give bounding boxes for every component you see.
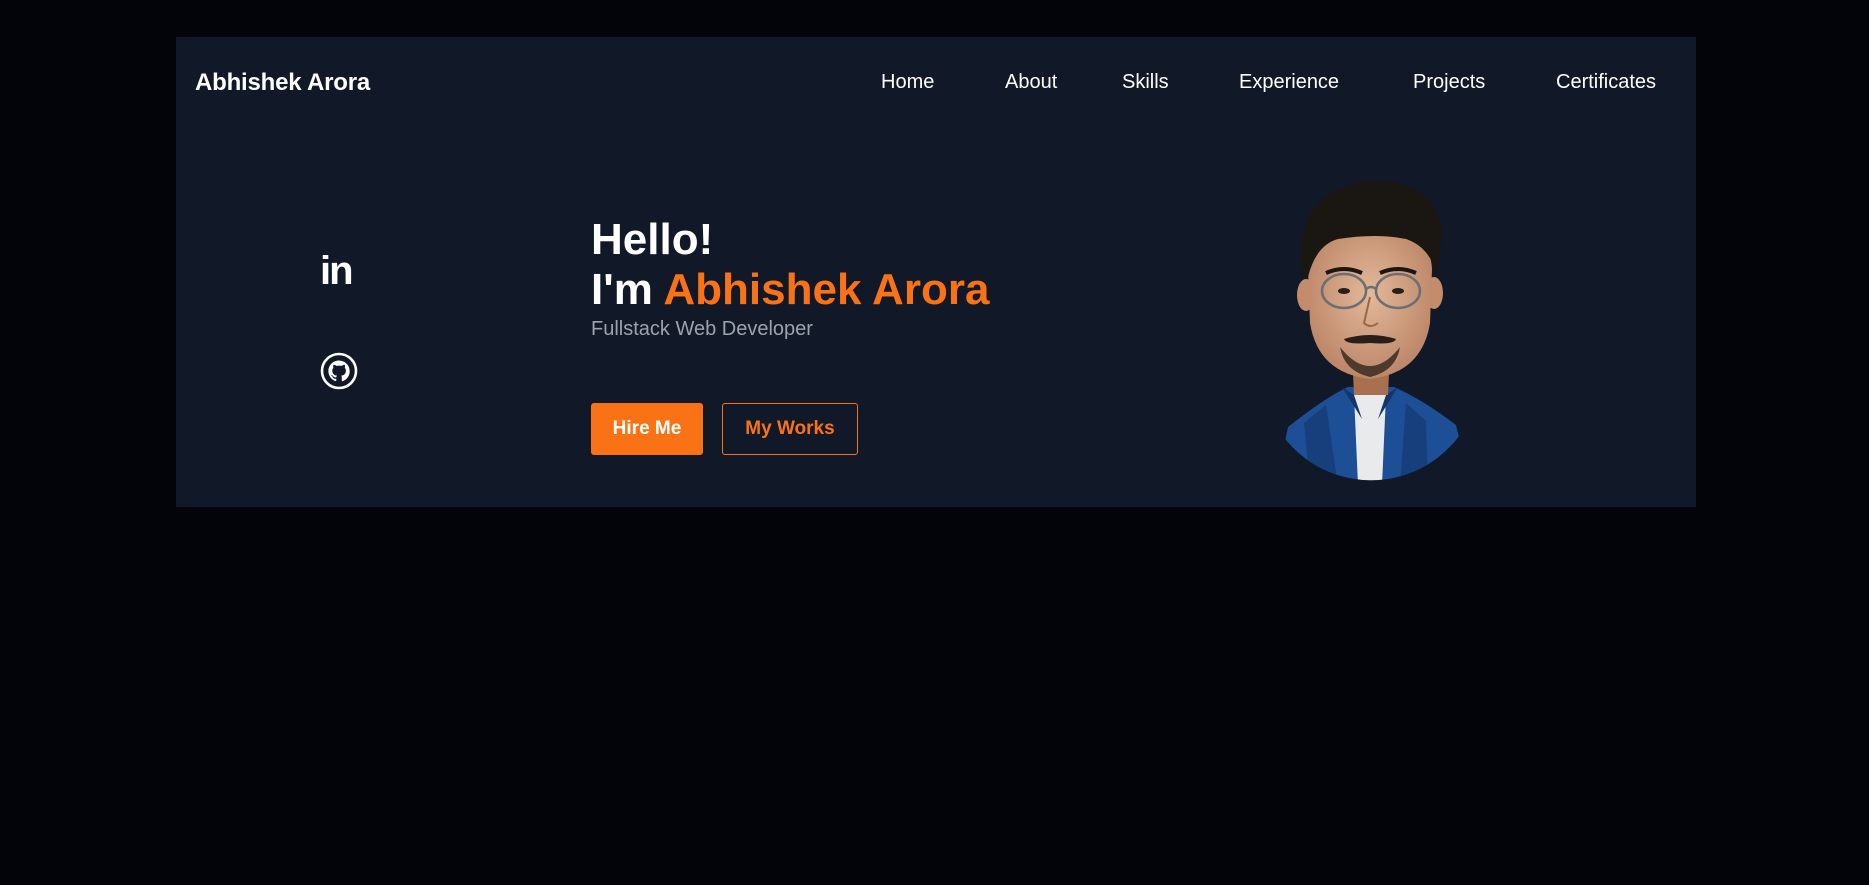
brand-logo[interactable]: Abhishek Arora	[195, 69, 370, 97]
hero-section: Abhishek Arora Home About Skills Experie…	[176, 37, 1696, 507]
profile-photo	[1266, 173, 1476, 485]
nav-home[interactable]: Home	[881, 71, 934, 94]
nav-about[interactable]: About	[1005, 71, 1057, 94]
nav-certificates[interactable]: Certificates	[1556, 71, 1656, 94]
hero-role: Fullstack Web Developer	[591, 318, 813, 340]
github-icon[interactable]	[320, 352, 358, 395]
hero-intro-line: I'm Abhishek Arora	[591, 265, 989, 315]
nav-experience[interactable]: Experience	[1239, 71, 1339, 94]
hero-name: Abhishek Arora	[663, 265, 990, 314]
hero-greeting: Hello!	[591, 215, 714, 264]
intro-prefix: I'm	[591, 265, 664, 314]
nav-projects[interactable]: Projects	[1413, 71, 1485, 94]
hire-me-button[interactable]: Hire Me	[591, 403, 703, 455]
linkedin-icon[interactable]: in	[320, 249, 354, 294]
hero-intro: Hello! I'm Abhishek Arora Fullstack Web …	[591, 215, 989, 455]
nav-skills[interactable]: Skills	[1122, 71, 1169, 94]
my-works-button[interactable]: My Works	[722, 403, 858, 455]
